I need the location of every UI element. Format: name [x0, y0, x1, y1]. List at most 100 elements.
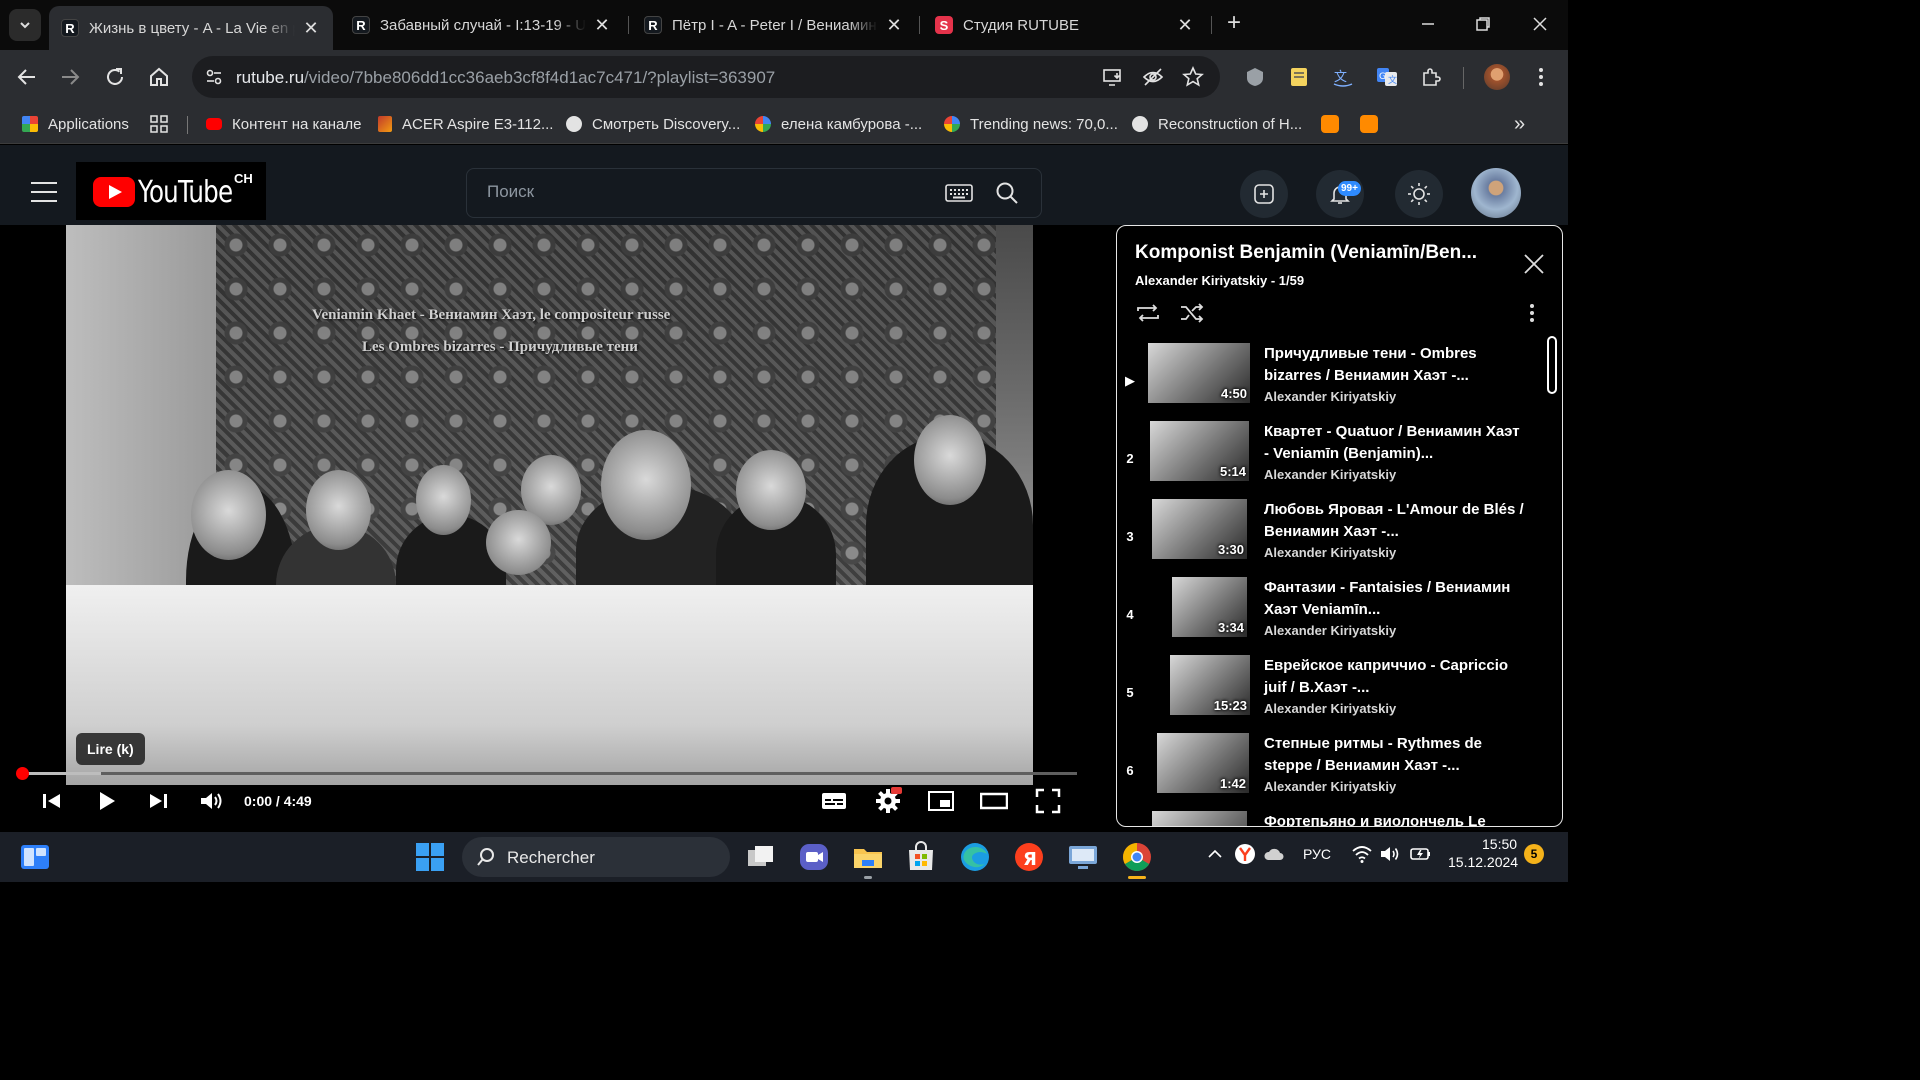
playlist-item-title[interactable]: Степные ритмы - Rythmes de steppe / Вени… [1264, 733, 1524, 777]
taskbar-search[interactable]: Rechercher [462, 837, 730, 877]
channel-logo[interactable]: YouTube CH [76, 162, 266, 220]
playlist-item[interactable]: ▶ 4:50 Причудливые тени - Ombres bizarre… [1117, 343, 1537, 421]
minimize-icon[interactable] [1417, 13, 1439, 35]
remote-desktop-icon[interactable] [1066, 840, 1100, 874]
extensions-puzzle-icon[interactable] [1420, 66, 1442, 88]
playlist-item-title[interactable]: Еврейское каприччио - Capriccio juif / В… [1264, 655, 1524, 699]
browser-tab[interactable]: R Жизнь в цвету - A - La Vie en p ✕ [49, 6, 333, 50]
user-avatar[interactable] [1471, 168, 1521, 218]
shuffle-icon[interactable] [1179, 302, 1205, 324]
bookmark-star-icon[interactable] [1182, 66, 1204, 88]
next-icon[interactable] [144, 787, 172, 815]
search-input[interactable] [487, 182, 927, 202]
bookmark-kamburova[interactable]: елена камбурова -... [755, 113, 922, 135]
volume-icon[interactable] [197, 787, 225, 815]
close-icon[interactable]: ✕ [301, 18, 321, 39]
site-settings-icon[interactable] [204, 67, 224, 87]
browser-tab[interactable]: R Пётр I - A - Peter I / Вениамин ✕ [632, 6, 916, 44]
microsoft-store-icon[interactable] [904, 840, 938, 874]
play-icon[interactable] [92, 787, 120, 815]
playlist-item-title[interactable]: Фортепьяно и виолончель Le [1264, 811, 1524, 826]
playlist-item[interactable]: 3 3:30 Любовь Яровая - L'Amour de Blés /… [1117, 499, 1537, 577]
blogger-bookmark-icon[interactable] [1321, 113, 1339, 135]
playlist-item-title[interactable]: Причудливые тени - Ombres bizarres / Вен… [1264, 343, 1524, 387]
video-player[interactable]: Veniamin Khaet - Вениамин Хаэт, le compo… [4, 225, 1110, 832]
playlist-item-thumbnail[interactable]: 3:30 [1152, 499, 1247, 559]
notes-extension-icon[interactable] [1288, 66, 1310, 88]
clock-time[interactable]: 15:50 [1482, 836, 1517, 852]
yandex-tray-icon[interactable] [1234, 843, 1256, 865]
tab-groups-icon[interactable] [150, 113, 168, 135]
previous-icon[interactable] [38, 787, 66, 815]
playlist-item-thumbnail[interactable]: 4:50 [1148, 343, 1250, 403]
fullscreen-icon[interactable] [1034, 787, 1062, 815]
progress-bar[interactable] [16, 767, 1077, 780]
playlist-item[interactable]: Фортепьяно и виолончель Le [1117, 811, 1537, 826]
upload-button[interactable] [1240, 170, 1288, 218]
playlist-item-author[interactable]: Alexander Kiriyatskiy [1264, 623, 1396, 638]
bookmark-discovery[interactable]: Смотреть Discovery... [566, 113, 740, 135]
playlist-item[interactable]: 2 5:14 Квартет - Quatuor / Вениамин Хаэт… [1117, 421, 1537, 499]
search-icon[interactable] [995, 181, 1019, 205]
cloud-icon[interactable] [1263, 845, 1285, 863]
theme-toggle-button[interactable] [1395, 170, 1443, 218]
bookmark-applications[interactable]: Applications [22, 113, 129, 135]
playlist-item-author[interactable]: Alexander Kiriyatskiy [1264, 467, 1396, 482]
new-tab-button[interactable]: + [1222, 11, 1246, 36]
playlist-item[interactable]: 4 3:34 Фантазии - Fantaisies / Вениамин … [1117, 577, 1537, 655]
close-icon[interactable]: ✕ [1175, 15, 1195, 36]
playlist-item-title[interactable]: Квартет - Quatuor / Вениамин Хаэт - Veni… [1264, 421, 1524, 465]
speaker-icon[interactable] [1379, 844, 1401, 864]
wifi-icon[interactable] [1351, 844, 1373, 864]
battery-charging-icon[interactable] [1409, 844, 1433, 864]
more-vertical-icon[interactable] [1528, 302, 1536, 324]
address-bar[interactable]: rutube.ru/video/7bbe806dd1cc36aeb3cf8f4d… [192, 56, 1220, 98]
close-icon[interactable] [1522, 252, 1546, 276]
task-view-icon[interactable] [744, 840, 778, 874]
windows-start-icon[interactable] [413, 840, 447, 874]
miniplayer-icon[interactable] [927, 787, 955, 815]
playlist-item-author[interactable]: Alexander Kiriyatskiy [1264, 389, 1396, 404]
keyboard-icon[interactable] [945, 183, 973, 203]
yandex-browser-icon[interactable]: Я [1012, 840, 1046, 874]
teams-meet-icon[interactable] [797, 840, 831, 874]
playlist-scrollbar[interactable] [1547, 336, 1557, 394]
notification-count-badge[interactable]: 5 [1524, 844, 1544, 864]
blogger-bookmark-icon[interactable] [1360, 113, 1378, 135]
back-icon[interactable] [15, 65, 39, 89]
subtitles-icon[interactable] [820, 787, 848, 815]
close-icon[interactable]: ✕ [884, 15, 904, 36]
playlist-item[interactable]: 5 15:23 Еврейское каприччио - Capriccio … [1117, 655, 1537, 733]
browser-tab[interactable]: R Забавный случай - I:13-19 - Ur ✕ [340, 6, 624, 44]
playlist-item-thumbnail[interactable]: 3:34 [1172, 577, 1247, 637]
bookmark-acer[interactable]: ACER Aspire E3-112... [378, 113, 553, 135]
home-icon[interactable] [147, 65, 171, 89]
install-app-icon[interactable] [1102, 67, 1124, 87]
close-window-icon[interactable] [1529, 13, 1551, 35]
widgets-icon[interactable] [18, 840, 52, 874]
more-bookmarks-icon[interactable]: » [1514, 113, 1525, 135]
hamburger-menu-icon[interactable] [30, 180, 58, 204]
input-language[interactable]: РУС [1303, 846, 1331, 862]
playlist-item-thumbnail[interactable]: 1:42 [1157, 733, 1249, 793]
playlist-item-thumbnail[interactable] [1152, 811, 1247, 826]
file-explorer-icon[interactable] [851, 840, 885, 874]
playlist-item-title[interactable]: Любовь Яровая - L'Amour de Blés / Вениам… [1264, 499, 1524, 543]
tray-overflow-icon[interactable] [1206, 845, 1224, 863]
reload-icon[interactable] [103, 65, 127, 89]
bookmark-reconstruction[interactable]: Reconstruction of H... [1132, 113, 1302, 135]
url-text[interactable]: rutube.ru/video/7bbe806dd1cc36aeb3cf8f4d… [236, 68, 775, 88]
loop-icon[interactable] [1135, 302, 1161, 324]
settings-gear-icon[interactable] [874, 787, 902, 815]
browser-tab[interactable]: S Студия RUTUBE ✕ [923, 6, 1207, 44]
playlist-item-title[interactable]: Фантазии - Fantaisies / Вениамин Хаэт Ve… [1264, 577, 1524, 621]
forward-icon[interactable] [58, 65, 82, 89]
edge-browser-icon[interactable] [958, 840, 992, 874]
more-vertical-icon[interactable] [1530, 66, 1552, 88]
playlist-item[interactable]: 6 1:42 Степные ритмы - Rythmes de steppe… [1117, 733, 1537, 811]
bookmark-trending-news[interactable]: Trending news: 70,0... [944, 113, 1118, 135]
playlist-item-author[interactable]: Alexander Kiriyatskiy [1264, 779, 1396, 794]
profile-avatar[interactable] [1484, 64, 1510, 90]
translate-dictionary-icon[interactable]: 文 [1332, 66, 1354, 88]
close-icon[interactable]: ✕ [592, 15, 612, 36]
